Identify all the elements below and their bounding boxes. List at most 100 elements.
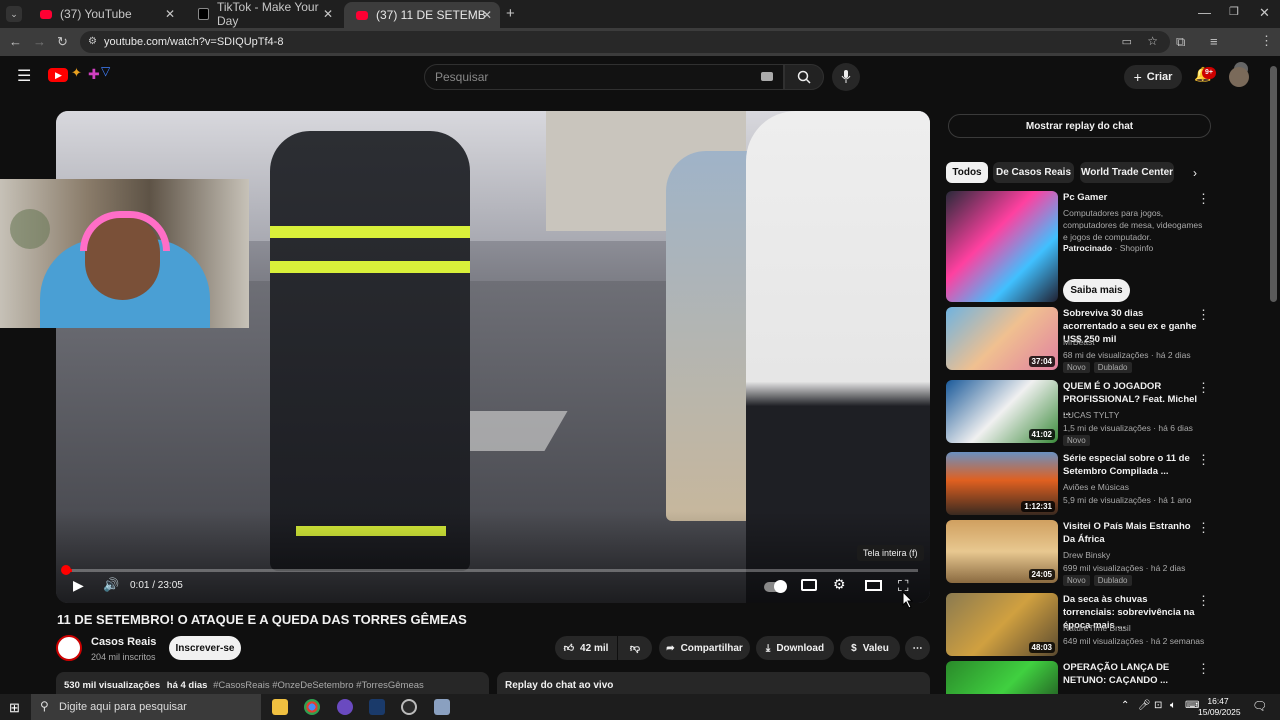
url-text[interactable]: youtube.com/watch?v=SDIQUpTf4-8 [104, 36, 283, 48]
download-button[interactable]: ⤓ Download [756, 636, 834, 660]
media-control-icon[interactable]: ≡ [1210, 34, 1218, 49]
chevron-up-icon[interactable]: ⌃ [1121, 700, 1129, 711]
channel-name[interactable]: Aviões e Músicas [1063, 482, 1129, 492]
app-icon[interactable] [434, 699, 450, 715]
youtube-logo[interactable]: ▶ [48, 68, 68, 82]
close-icon[interactable]: ✕ [482, 8, 492, 22]
video-title[interactable]: Série especial sobre o 11 de Setembro Co… [1063, 452, 1200, 478]
forward-icon[interactable]: → [33, 34, 46, 49]
voice-search-button[interactable] [832, 63, 860, 91]
chevron-right-icon[interactable]: › [1193, 166, 1197, 180]
cast-icon[interactable]: ▭ [1122, 35, 1132, 48]
more-actions-button[interactable]: ⋯ [905, 636, 930, 660]
window-close-icon[interactable]: ✕ [1259, 5, 1270, 21]
recommendation-item[interactable]: 37:04 Sobreviva 30 dias acorrentado a se… [946, 307, 1212, 375]
tab-tiktok[interactable]: TikTok - Make Your Day ✕ [186, 0, 341, 28]
more-options-icon[interactable]: ⋮ [1197, 380, 1210, 396]
chip-casos-reais[interactable]: De Casos Reais [993, 162, 1074, 183]
app-icon[interactable] [337, 699, 353, 715]
account-avatar[interactable] [1229, 67, 1249, 87]
microphone-icon[interactable]: 🎤︎ [1138, 700, 1151, 711]
autoplay-toggle[interactable] [764, 580, 787, 593]
search-button[interactable] [784, 64, 824, 90]
video-thumbnail[interactable]: 48:03 [946, 593, 1058, 656]
bookmark-star-icon[interactable]: ☆ [1147, 34, 1158, 48]
extensions-icon[interactable]: ⧉ [1176, 34, 1185, 50]
video-title[interactable]: OPERAÇÃO LANÇA DE NETUNO: CAÇANDO ... [1063, 661, 1200, 687]
taskbar-search-input[interactable]: ⚲ Digite aqui para pesquisar [31, 694, 261, 720]
thanks-button[interactable]: $ Valeu [840, 636, 900, 660]
new-tab-icon[interactable]: + [506, 5, 515, 22]
theater-mode-icon[interactable] [865, 580, 882, 591]
windows-start-icon[interactable]: ⊞ [9, 700, 20, 716]
site-info-icon[interactable]: ⚙ [88, 36, 97, 47]
page-scrollbar-thumb[interactable] [1270, 66, 1277, 302]
reload-icon[interactable]: ↻ [57, 34, 68, 50]
speaker-icon[interactable]: 🔈︎ [1170, 700, 1176, 711]
back-icon[interactable]: ← [9, 34, 22, 49]
doodle-logo-icon[interactable]: ▽ [101, 64, 110, 78]
sponsored-ad[interactable]: Pc Gamer Computadores para jogos, comput… [946, 191, 1212, 303]
subtitles-icon[interactable] [801, 579, 817, 591]
restore-icon[interactable]: ❐ [1229, 5, 1239, 18]
channel-name[interactable]: Casos Reais [91, 636, 156, 648]
chrome-icon[interactable] [304, 699, 320, 715]
recommendation-item[interactable]: OPERAÇÃO LANÇA DE NETUNO: CAÇANDO ... ⋮ [946, 661, 1212, 694]
ad-thumbnail[interactable] [946, 191, 1058, 302]
show-chat-replay-button[interactable]: Mostrar replay do chat [948, 114, 1211, 138]
menu-dots-icon[interactable]: ⋮ [1260, 33, 1273, 49]
recommendation-item[interactable]: 48:03 Da seca às chuvas torrenciais: sob… [946, 593, 1212, 656]
more-options-icon[interactable]: ⋮ [1197, 593, 1210, 609]
volume-icon[interactable]: 🔊 [103, 577, 119, 593]
share-button[interactable]: ➦ Compartilhar [659, 636, 750, 660]
close-icon[interactable]: ✕ [165, 7, 175, 21]
video-title[interactable]: Visitei O País Mais Estranho Da África [1063, 520, 1200, 546]
channel-name[interactable]: MrBeast [1063, 337, 1095, 347]
channel-name[interactable]: LUCAS TYLTY [1063, 410, 1119, 420]
tab-current-video[interactable]: (37) 11 DE SETEMBRO! O ATAQ ✕ [344, 2, 500, 28]
more-options-icon[interactable]: ⋮ [1197, 661, 1210, 677]
more-options-icon[interactable]: ⋮ [1197, 452, 1210, 468]
tab-search-icon[interactable]: ⌄ [6, 6, 22, 22]
address-bar[interactable]: ⚙ youtube.com/watch?v=SDIQUpTf4-8 ▭ ☆ [80, 31, 1170, 53]
channel-name[interactable]: NatureTime Brasil [1063, 623, 1131, 633]
more-options-icon[interactable]: ⋮ [1197, 520, 1210, 536]
taskbar-clock[interactable]: 16:47 15/09/2025 [1198, 696, 1241, 718]
channel-name[interactable]: Drew Binsky [1063, 550, 1110, 560]
steam-icon[interactable] [369, 699, 385, 715]
minimize-icon[interactable]: — [1198, 5, 1211, 20]
recommendation-item[interactable]: 24:05 Visitei O País Mais Estranho Da Áf… [946, 520, 1212, 588]
play-icon[interactable]: ▶ [73, 577, 84, 594]
network-icon[interactable]: ⊡ [1154, 700, 1162, 711]
search-input[interactable]: Pesquisar [424, 64, 784, 90]
chip-all[interactable]: Todos [946, 162, 988, 183]
recommendation-item[interactable]: 41:02 QUEM É O JOGADOR PROFISSIONAL? Fea… [946, 380, 1212, 446]
more-options-icon[interactable]: ⋮ [1197, 307, 1210, 323]
dislike-button[interactable]: 👎︎ [618, 636, 652, 660]
recommendation-item[interactable]: 1:12:31 Série especial sobre o 11 de Set… [946, 452, 1212, 516]
ad-title[interactable]: Pc Gamer [1063, 191, 1200, 204]
ad-cta-button[interactable]: Saiba mais [1063, 279, 1130, 302]
video-thumbnail[interactable]: 1:12:31 [946, 452, 1058, 515]
progress-bar[interactable] [66, 569, 918, 572]
subscribe-button[interactable]: Inscrever-se [169, 636, 241, 660]
video-thumbnail[interactable]: 24:05 [946, 520, 1058, 583]
progress-scrubber[interactable] [61, 565, 71, 575]
keyboard-icon[interactable] [761, 72, 773, 81]
file-explorer-icon[interactable] [272, 699, 288, 715]
settings-gear-icon[interactable]: ⚙ [833, 576, 846, 593]
notification-center-icon[interactable]: 🗨︎ [1252, 699, 1267, 713]
chip-world-trade-center[interactable]: World Trade Center [1080, 162, 1174, 183]
app-icon[interactable] [401, 699, 417, 715]
tab-youtube-home[interactable]: (37) YouTube ✕ [28, 3, 183, 25]
video-thumbnail[interactable]: 41:02 [946, 380, 1058, 443]
hamburger-menu-icon[interactable]: ☰ [17, 66, 31, 86]
video-thumbnail[interactable]: 37:04 [946, 307, 1058, 370]
hashtags[interactable]: #CasosReais #OnzeDeSetembro #TorresGêmea… [213, 680, 424, 691]
doodle-logo-icon[interactable]: ✚ [88, 66, 100, 83]
doodle-logo-icon[interactable]: ✦ [71, 65, 82, 81]
like-button[interactable]: 👍︎ 42 mil [555, 636, 617, 660]
channel-avatar[interactable] [56, 635, 82, 661]
create-button[interactable]: + Criar [1124, 65, 1182, 89]
close-icon[interactable]: ✕ [323, 7, 333, 21]
